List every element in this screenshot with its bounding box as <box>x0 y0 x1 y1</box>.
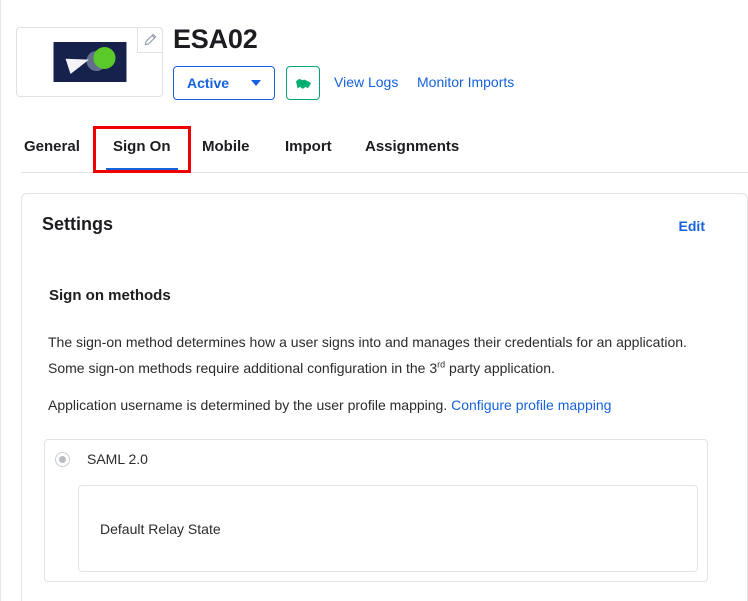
settings-card: Settings Edit Sign on methods The sign-o… <box>21 193 748 601</box>
tab-assignments[interactable]: Assignments <box>365 138 459 155</box>
handshake-button[interactable] <box>286 66 320 100</box>
chevron-down-icon <box>251 80 262 86</box>
ordinal-suffix: rd <box>437 359 446 370</box>
handshake-icon <box>295 78 311 89</box>
sign-on-description-paragraph: The sign-on method determines how a user… <box>48 329 688 381</box>
sign-on-methods-heading: Sign on methods <box>49 287 171 304</box>
app-header: ESA02 Active View Logs Monitor Imports <box>0 0 748 122</box>
saml-method-panel: SAML 2.0 Default Relay State <box>44 439 708 582</box>
saml-radio-row[interactable]: SAML 2.0 <box>55 451 148 467</box>
default-relay-state-panel: Default Relay State <box>78 485 698 572</box>
app-page: ESA02 Active View Logs Monitor Imports G… <box>0 0 748 601</box>
app-logo-card[interactable] <box>16 27 163 97</box>
app-status-label: Active <box>187 75 230 91</box>
tab-bar-divider <box>21 172 748 173</box>
edit-logo-button[interactable] <box>137 27 163 53</box>
view-logs-link[interactable]: View Logs <box>334 74 398 90</box>
paragraph-text-part2: party application. <box>445 360 555 376</box>
edit-settings-link[interactable]: Edit <box>679 218 705 234</box>
settings-heading: Settings <box>42 214 114 234</box>
logo-green-circle-icon <box>93 47 115 69</box>
configure-profile-mapping-link[interactable]: Configure profile mapping <box>451 397 611 413</box>
app-status-dropdown[interactable]: Active <box>173 66 276 100</box>
paragraph-text-part1: The sign-on method determines how a user… <box>48 334 687 376</box>
saml-radio-label: SAML 2.0 <box>87 451 148 467</box>
saml-radio-button[interactable] <box>55 451 70 467</box>
tab-bar: General Sign On Mobile Import Assignment… <box>0 128 748 173</box>
paper-plane-icon <box>65 51 91 75</box>
monitor-imports-link[interactable]: Monitor Imports <box>417 74 514 90</box>
app-logo-image <box>53 42 126 82</box>
tab-sign-on[interactable]: Sign On <box>113 138 171 155</box>
tab-import[interactable]: Import <box>285 138 332 155</box>
default-relay-state-label: Default Relay State <box>100 521 221 537</box>
username-mapping-text: Application username is determined by th… <box>48 397 452 413</box>
pencil-icon <box>144 33 157 46</box>
tab-general[interactable]: General <box>24 138 80 155</box>
tab-mobile[interactable]: Mobile <box>202 138 250 155</box>
page-title: ESA02 <box>173 24 258 54</box>
username-mapping-paragraph: Application username is determined by th… <box>48 392 688 418</box>
